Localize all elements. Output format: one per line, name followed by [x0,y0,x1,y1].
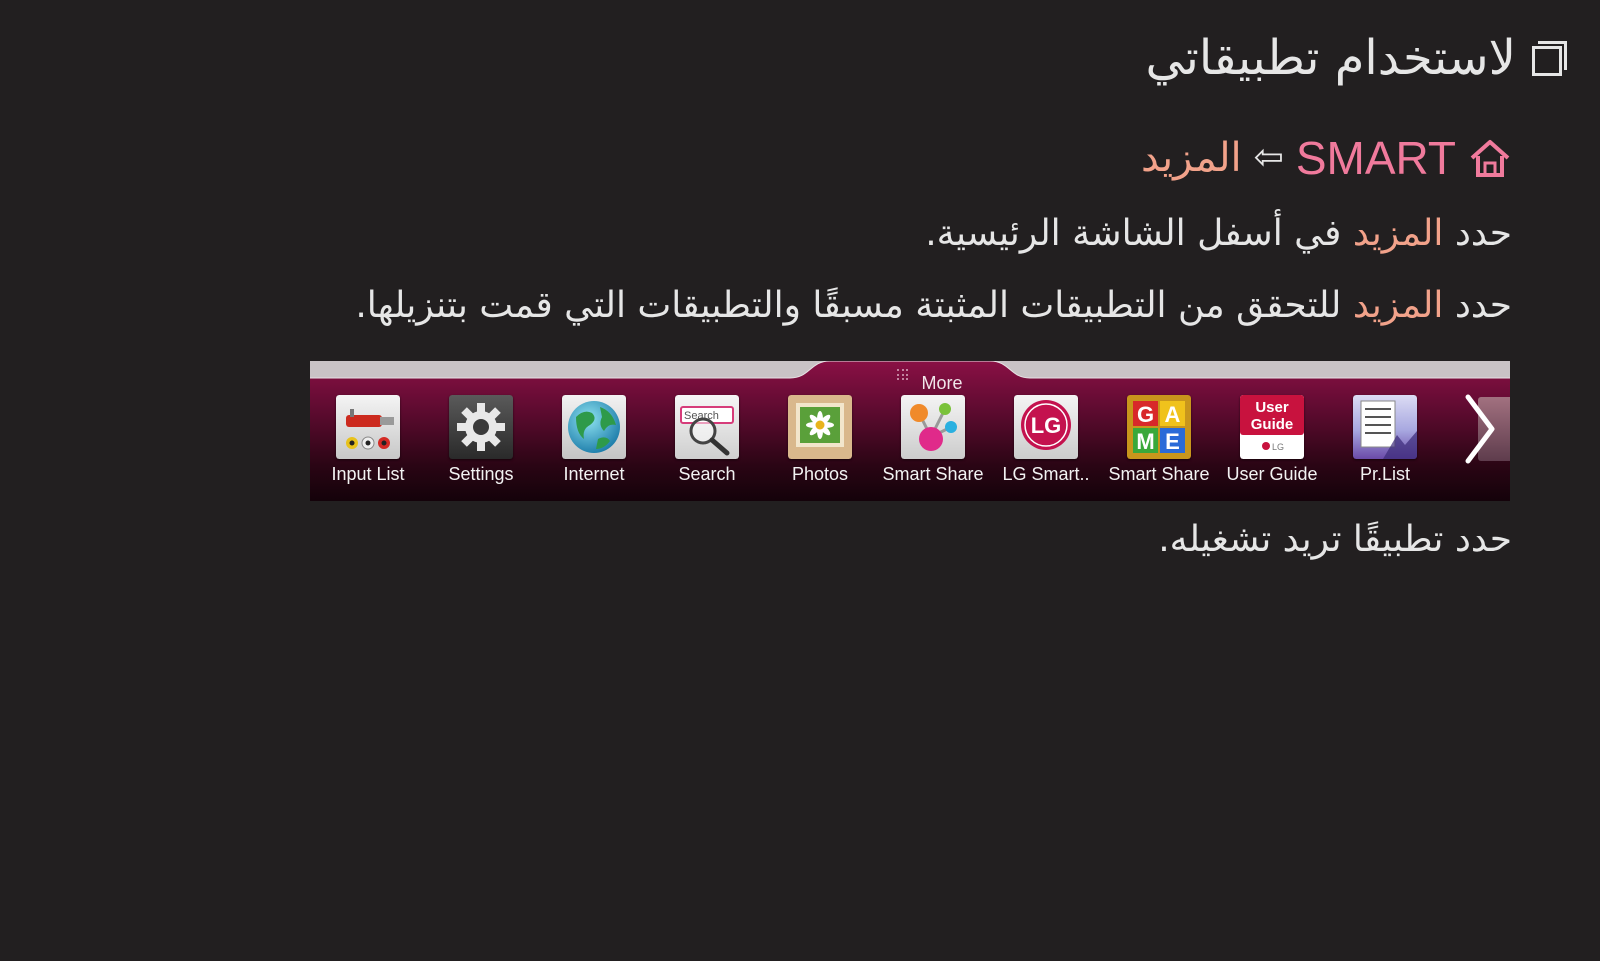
section-title-row: لاستخدام تطبيقاتي [1145,20,1567,96]
manual-page: لاستخدام تطبيقاتي المزيد ⇦ SMART حدد الم… [0,0,1600,961]
app-photos[interactable]: Photos [764,395,876,495]
internet-globe-icon [562,395,626,459]
user-guide-icon: User Guide LG [1240,395,1304,459]
app-label: User Guide [1226,464,1318,484]
app-label: Internet [563,464,625,484]
instruction-line-1: حدد المزيد في أسفل الشاشة الرئيسية. [925,206,1512,262]
app-label: Smart Share [1108,464,1210,484]
app-settings[interactable]: Settings [425,395,537,495]
guide-icon-line2: Guide [1251,416,1294,433]
app-label: LG Smart.. [1002,464,1090,484]
more-launcher-bar: More Input List Settings Internet Search… [310,361,1510,501]
line2-suffix: للتحقق من التطبيقات المثبتة مسبقًا والتط… [355,285,1353,326]
path-smart-label: SMART [1295,132,1456,184]
app-user-guide[interactable]: User Guide LG User Guide [1216,395,1328,495]
game-blocks-icon: G A M E [1127,395,1191,459]
more-tab[interactable]: More [870,361,990,397]
app-label: Settings [448,464,514,484]
line2-more-highlight: المزيد [1352,285,1444,326]
instruction-line-3: حدد تطبيقًا تريد تشغيله. [1158,519,1512,560]
grid-dots-icon [897,369,911,381]
search-magnifier-icon: Search [675,395,739,459]
section-title: لاستخدام تطبيقاتي [1145,30,1516,86]
app-label: Photos [791,464,849,484]
instruction-line-2: حدد المزيد للتحقق من التطبيقات المثبتة م… [355,278,1512,334]
settings-gear-icon [449,395,513,459]
app-internet[interactable]: Internet [538,395,650,495]
chevron-right-icon[interactable] [1460,391,1500,467]
path-more-label: المزيد [1141,135,1242,181]
input-list-icon [336,395,400,459]
app-list: Input List Settings Internet Search Sear… [310,395,1510,495]
guide-icon-line1: User [1255,399,1289,416]
program-list-icon [1353,395,1417,459]
lg-icon-text: LG [1031,413,1062,438]
game-letter-g: G [1137,402,1154,427]
guide-icon-brand: LG [1272,442,1284,452]
app-label: Input List [331,464,405,484]
more-tab-label: More [921,372,963,393]
app-search[interactable]: Search Search [651,395,763,495]
app-label: Smart Share [882,464,984,484]
home-icon [1470,140,1510,177]
app-label: Search [678,464,736,484]
game-letter-a: A [1165,402,1181,427]
app-program-list[interactable]: Pr.List [1329,395,1441,495]
line1-prefix: حدد [1443,213,1512,254]
app-smart-share[interactable]: Smart Share [877,395,989,495]
path-arrow-icon: ⇦ [1253,137,1284,178]
app-input-list[interactable]: Input List [312,395,424,495]
game-letter-e: E [1165,429,1180,454]
line1-more-highlight: المزيد [1352,213,1444,254]
app-lg-smart[interactable]: LG LG Smart.. [990,395,1102,495]
lg-logo-icon: LG [1014,395,1078,459]
smart-share-icon [901,395,965,459]
navigation-path: المزيد ⇦ SMART [1141,128,1512,188]
line2-prefix: حدد [1443,285,1512,326]
game-letter-m: M [1136,429,1154,454]
app-smart-share-game[interactable]: G A M E Smart Share [1103,395,1215,495]
app-label: Pr.List [1359,464,1411,484]
line1-suffix: في أسفل الشاشة الرئيسية. [925,213,1353,254]
section-bullet-icon [1532,41,1567,76]
photos-flower-icon [788,395,852,459]
